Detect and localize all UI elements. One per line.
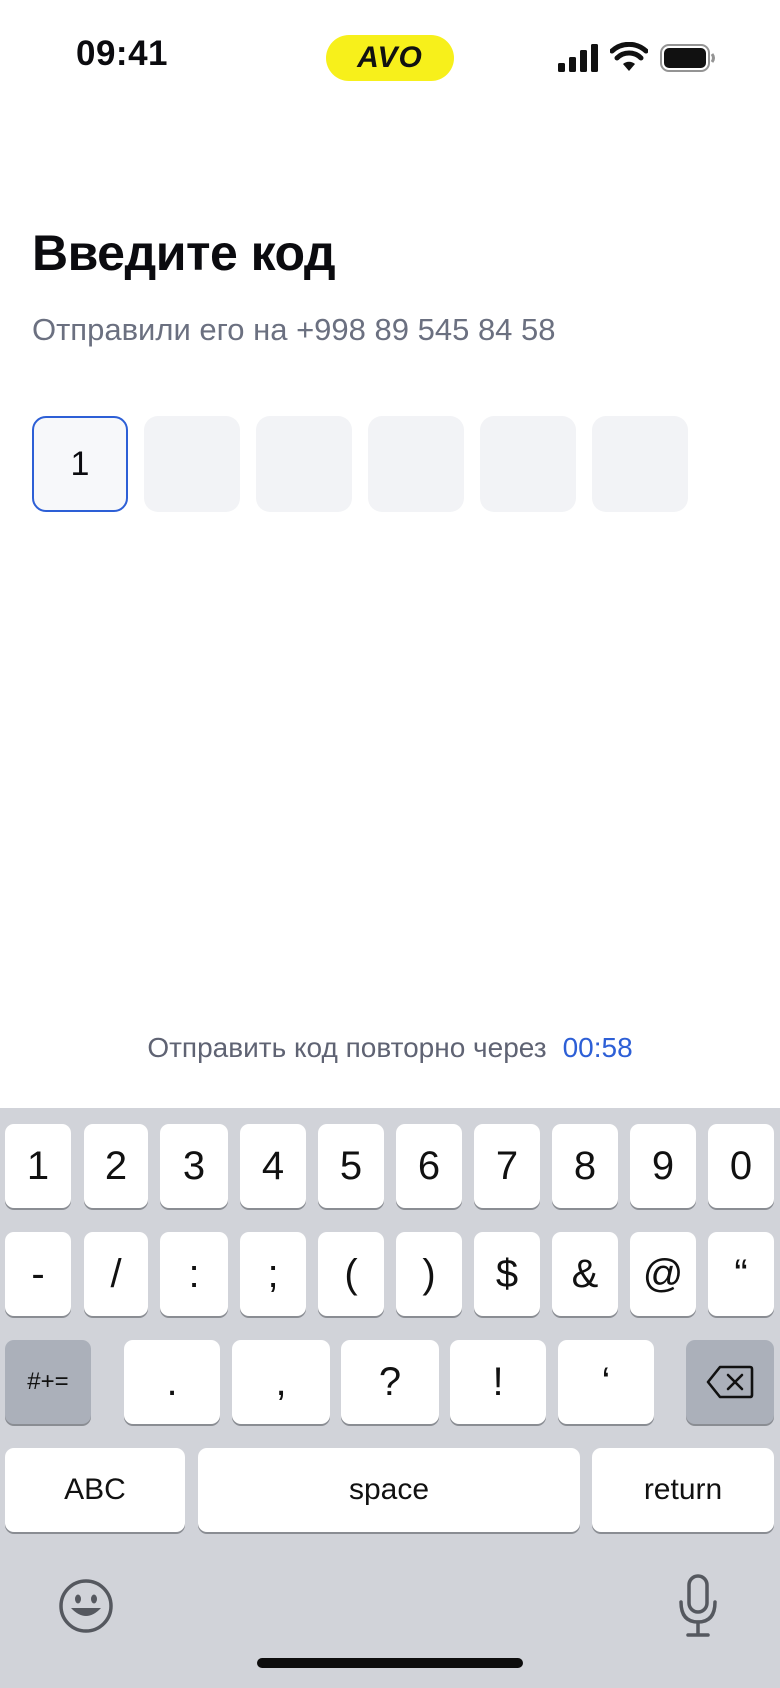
key-5[interactable]: 5 — [318, 1124, 384, 1208]
key-slash[interactable]: / — [84, 1232, 148, 1316]
page-title: Введите код — [32, 225, 336, 281]
wifi-icon — [610, 42, 648, 71]
key-0[interactable]: 0 — [708, 1124, 774, 1208]
key-period[interactable]: . — [124, 1340, 220, 1424]
key-4[interactable]: 4 — [240, 1124, 306, 1208]
battery-icon — [660, 44, 715, 72]
key-exclamation[interactable]: ! — [450, 1340, 546, 1424]
key-6[interactable]: 6 — [396, 1124, 462, 1208]
resend-timer: 00:58 — [562, 1032, 633, 1063]
key-2[interactable]: 2 — [84, 1124, 148, 1208]
key-question[interactable]: ? — [341, 1340, 439, 1424]
key-3[interactable]: 3 — [160, 1124, 228, 1208]
code-digit-1[interactable]: 1 — [32, 416, 128, 512]
key-comma[interactable]: , — [232, 1340, 330, 1424]
key-at[interactable]: @ — [630, 1232, 696, 1316]
brand-pill: AVO — [326, 35, 454, 81]
mic-icon[interactable] — [676, 1574, 720, 1638]
brand-logo: AVO — [357, 41, 423, 74]
key-quote[interactable]: “ — [708, 1232, 774, 1316]
status-bar: 09:41 AVO — [0, 0, 780, 118]
key-1[interactable]: 1 — [5, 1124, 71, 1208]
key-8[interactable]: 8 — [552, 1124, 618, 1208]
home-indicator — [257, 1658, 523, 1668]
code-digit-6[interactable] — [592, 416, 688, 512]
resend-code: Отправить код повторно через 00:58 — [0, 1032, 780, 1064]
return-key[interactable]: return — [592, 1448, 774, 1532]
key-hyphen[interactable]: - — [5, 1232, 71, 1316]
backspace-key[interactable] — [686, 1340, 774, 1424]
key-dollar[interactable]: $ — [474, 1232, 540, 1316]
resend-label: Отправить код повторно через — [147, 1032, 547, 1063]
space-key[interactable]: space — [198, 1448, 580, 1532]
key-open-paren[interactable]: ( — [318, 1232, 384, 1316]
status-time: 09:41 — [76, 34, 169, 73]
code-digit-4[interactable] — [368, 416, 464, 512]
code-digit-3[interactable] — [256, 416, 352, 512]
phone-subtitle: Отправили его на +998 89 545 84 58 — [32, 312, 556, 347]
key-symbols[interactable]: #+= — [5, 1340, 91, 1424]
code-digit-2[interactable] — [144, 416, 240, 512]
key-abc[interactable]: ABC — [5, 1448, 185, 1532]
key-semicolon[interactable]: ; — [240, 1232, 306, 1316]
code-digit-5[interactable] — [480, 416, 576, 512]
code-input-row: 1 — [32, 416, 688, 512]
emoji-icon[interactable] — [58, 1578, 114, 1634]
signal-icon — [558, 44, 598, 72]
key-9[interactable]: 9 — [630, 1124, 696, 1208]
key-colon[interactable]: : — [160, 1232, 228, 1316]
key-apostrophe[interactable]: ‘ — [558, 1340, 654, 1424]
key-ampersand[interactable]: & — [552, 1232, 618, 1316]
backspace-icon — [706, 1365, 754, 1399]
key-close-paren[interactable]: ) — [396, 1232, 462, 1316]
key-7[interactable]: 7 — [474, 1124, 540, 1208]
